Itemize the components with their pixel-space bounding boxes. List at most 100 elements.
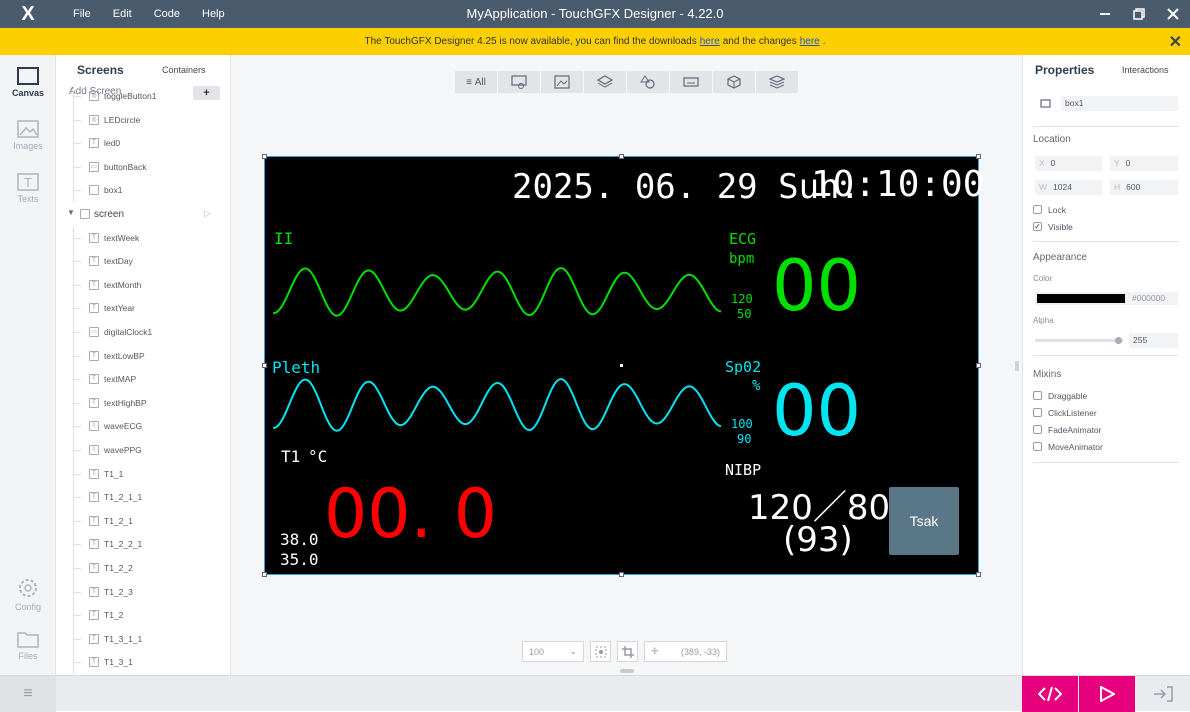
nav-config[interactable]: Config (0, 577, 56, 612)
keyboard-icon[interactable] (670, 71, 712, 93)
text-widget-icon: T (89, 468, 99, 479)
canvas-resize-grip[interactable] (620, 669, 634, 673)
tree-item[interactable]: ⌇ waveECG (57, 415, 230, 439)
alpha-slider-thumb[interactable] (1115, 337, 1122, 344)
log-toggle-icon[interactable]: ≡ (0, 676, 56, 712)
alpha-field[interactable]: 255 (1129, 333, 1178, 348)
changes-link[interactable]: here (800, 36, 820, 47)
lock-checkbox[interactable] (1033, 205, 1042, 214)
tree-item[interactable]: TtextHighBP (57, 391, 230, 415)
tree-item[interactable]: ◎ toggleButton1 (57, 85, 230, 108)
tree-item[interactable]: TtextLowBP (57, 344, 230, 368)
close-icon[interactable] (1156, 0, 1190, 28)
color-field[interactable]: #000000 (1035, 292, 1178, 305)
tree-item[interactable]: box1 (57, 179, 230, 203)
stack-icon[interactable] (756, 71, 798, 93)
tab-containers[interactable]: Containers (162, 65, 206, 75)
nav-texts[interactable]: T Texts (0, 173, 56, 204)
layers-icon[interactable] (584, 71, 626, 93)
cube-icon[interactable] (713, 71, 755, 93)
widget-name-field[interactable]: box1 (1061, 96, 1178, 111)
properties-panel: Properties Interactions (1022, 55, 1190, 675)
color-swatch[interactable] (1037, 294, 1125, 303)
panel-splitter[interactable] (1015, 361, 1019, 371)
tree-item[interactable]: ◎ LEDcircle (57, 108, 230, 132)
tree-item[interactable]: T T1_2_1 (57, 509, 230, 533)
tree-item[interactable]: TtextMAP (57, 368, 230, 392)
tree-item[interactable]: T T1_2_3 (57, 580, 230, 604)
width-field[interactable]: W 1024 (1035, 180, 1102, 195)
run-simulator-button[interactable] (1079, 676, 1135, 712)
tree-item[interactable]: Tled0 (57, 132, 230, 156)
play-screen-icon[interactable]: ▷ (204, 208, 211, 219)
moveanimator-checkbox[interactable] (1033, 442, 1042, 451)
pleth-label: Pleth (272, 358, 321, 377)
filter-all-button[interactable]: ≡ All (455, 71, 497, 93)
resize-handle[interactable] (262, 572, 267, 577)
crop-button[interactable] (617, 641, 638, 662)
menu-edit[interactable]: Edit (102, 0, 143, 28)
tree-item-label: waveECG (104, 421, 143, 432)
export-icon (1153, 686, 1173, 702)
tree-item[interactable]: T T1_2_2_1 (57, 533, 230, 557)
tab-screens[interactable]: Screens (77, 63, 124, 77)
shapes-icon[interactable] (627, 71, 669, 93)
tree-item[interactable]: T T1_2_2 (57, 557, 230, 580)
generate-code-button[interactable] (1022, 676, 1078, 712)
resize-handle[interactable] (976, 363, 981, 368)
tree-item[interactable]: T T1_3_1_1 (57, 627, 230, 651)
x-field[interactable]: X0 (1035, 156, 1102, 171)
interaction-icon[interactable] (498, 71, 540, 93)
resize-handle[interactable] (619, 154, 624, 159)
tree-screen-item[interactable]: ▼ ▷ screen (57, 203, 230, 226)
tree-item[interactable]: T T1_2_1_1 (57, 486, 230, 510)
tsak-button[interactable]: Tsak (889, 487, 959, 555)
tree-item-label: T1_1 (104, 468, 124, 479)
restore-icon[interactable] (1122, 0, 1156, 28)
menu-file[interactable]: File (62, 0, 102, 28)
tree-item[interactable]: TtextMonth (57, 273, 230, 297)
tree-item[interactable]: ▭ digitalClock1 (57, 321, 230, 344)
draggable-checkbox[interactable] (1033, 391, 1042, 400)
resize-handle[interactable] (262, 154, 267, 159)
nav-images[interactable]: Images (0, 120, 56, 151)
tree-item[interactable]: TtextYear (57, 297, 230, 321)
download-link[interactable]: here (700, 36, 720, 47)
zoom-select[interactable]: 100 ⌄ (522, 641, 584, 662)
tree-guide-line (73, 638, 81, 640)
y-field[interactable]: Y0 (1110, 156, 1178, 171)
image-icon[interactable] (541, 71, 583, 93)
resize-handle[interactable] (976, 572, 981, 577)
clicklistener-checkbox[interactable] (1033, 408, 1042, 417)
tree-item[interactable]: T T1_3_1 (57, 651, 230, 675)
tree-item[interactable]: T T1_1 (57, 462, 230, 486)
tab-properties[interactable]: Properties (1035, 63, 1094, 77)
fadeanimator-checkbox[interactable] (1033, 425, 1042, 434)
minimize-icon[interactable] (1088, 0, 1122, 28)
resize-handle[interactable] (619, 572, 624, 577)
height-field[interactable]: H 600 (1110, 180, 1178, 195)
tree-item[interactable]: ⌇ wavePPG (57, 439, 230, 462)
tree-item[interactable]: TtextWeek (57, 226, 230, 250)
alpha-slider-track[interactable] (1035, 339, 1123, 342)
menu-help[interactable]: Help (191, 0, 236, 28)
fit-screen-button[interactable] (590, 641, 611, 662)
draggable-label: Draggable (1048, 391, 1088, 401)
tree-guide-line (73, 473, 81, 475)
resize-handle[interactable] (976, 154, 981, 159)
tree-item[interactable]: TtextDay (57, 250, 230, 274)
nav-canvas[interactable]: Canvas (0, 67, 56, 98)
export-button[interactable] (1135, 676, 1190, 712)
divider (1033, 355, 1179, 356)
tree-guide-line (73, 591, 81, 593)
y-value: 0 (1125, 158, 1131, 168)
banner-close-icon[interactable]: ✕ (1169, 32, 1182, 52)
menu-code[interactable]: Code (143, 0, 191, 28)
tree-item[interactable]: ▭ buttonBack (57, 155, 230, 179)
tab-interactions[interactable]: Interactions (1122, 65, 1169, 75)
tree-item[interactable]: T T1_2 (57, 604, 230, 628)
chevron-down-icon[interactable]: ▼ (67, 208, 75, 217)
resize-handle[interactable] (262, 363, 267, 368)
visible-checkbox[interactable]: ✓ (1033, 222, 1042, 231)
nav-files[interactable]: Files (0, 630, 56, 661)
